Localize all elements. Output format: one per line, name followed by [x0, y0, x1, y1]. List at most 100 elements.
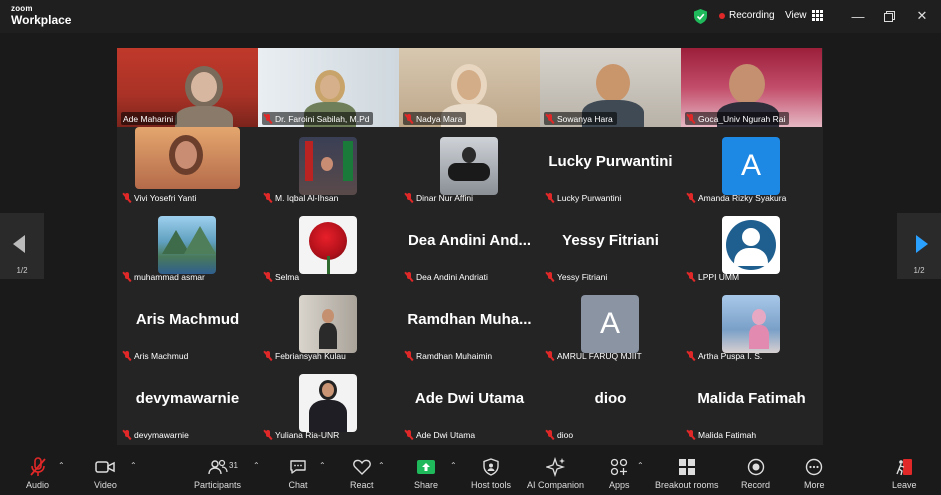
more-dots-icon: [804, 457, 824, 477]
participant-name-label: Yessy Fitriani: [544, 270, 611, 283]
participant-name-label: Goca_Univ Ngurah Rai: [685, 112, 790, 125]
participants-label: Participants: [194, 480, 242, 490]
participant-tile[interactable]: Selma: [258, 206, 399, 285]
mic-muted-icon: [405, 192, 413, 203]
audio-button[interactable]: Audio: [26, 457, 49, 490]
leave-button[interactable]: Leave: [892, 457, 917, 490]
chevron-left-icon: [13, 235, 25, 253]
apps-button[interactable]: Apps: [609, 457, 630, 490]
grid-view-icon: [811, 10, 823, 21]
mic-muted-icon: [546, 429, 554, 440]
default-avatar-icon: [722, 216, 780, 274]
video-button[interactable]: Video: [94, 457, 117, 490]
participant-name-label: Ade Maharini: [121, 112, 178, 125]
participant-tile[interactable]: Yessy Fitriani Yessy Fitriani: [540, 206, 681, 285]
participants-options-chevron-icon[interactable]: ⌃: [253, 461, 260, 470]
mic-muted-icon: [123, 350, 131, 361]
participant-name-label: Artha Puspa I. S.: [685, 349, 766, 362]
more-label: More: [804, 480, 825, 490]
participant-tile[interactable]: Goca_Univ Ngurah Rai: [681, 48, 822, 127]
profile-photo: [722, 295, 780, 353]
profile-photo: [135, 127, 240, 189]
record-button[interactable]: Record: [741, 457, 770, 490]
mic-muted-icon: [123, 429, 131, 440]
participant-display-name: Dea Andini And...: [407, 232, 532, 249]
participant-name-label: AMRUL FARUQ MJIIT: [544, 349, 646, 362]
next-page-button[interactable]: 1/2: [897, 213, 941, 279]
view-button[interactable]: View: [785, 10, 823, 21]
participant-name-label: muhammad asmar: [121, 270, 209, 283]
chat-button[interactable]: Chat: [288, 457, 308, 490]
more-button[interactable]: More: [804, 457, 825, 490]
participant-tile[interactable]: muhammad asmar: [117, 206, 258, 285]
participant-display-name: Aris Machmud: [135, 311, 240, 328]
host-tools-button[interactable]: Host tools: [471, 457, 511, 490]
view-label: View: [785, 10, 807, 21]
video-options-chevron-icon[interactable]: ⌃: [130, 461, 137, 470]
minimize-icon[interactable]: —: [850, 8, 866, 24]
participant-tile[interactable]: A AMRUL FARUQ MJIIT: [540, 285, 681, 364]
recording-indicator[interactable]: Recording: [719, 10, 775, 21]
participant-tile[interactable]: Aris Machmud Aris Machmud: [117, 285, 258, 364]
participant-name-label: Aris Machmud: [121, 349, 192, 362]
participant-tile[interactable]: dioo dioo: [540, 364, 681, 443]
participant-tile[interactable]: Lucky Purwantini Lucky Purwantini: [540, 127, 681, 206]
ai-companion-label: AI Companion: [527, 480, 585, 490]
profile-photo: [299, 137, 357, 195]
recording-dot-icon: [719, 12, 725, 19]
mic-muted-icon: [546, 271, 554, 282]
participant-tile[interactable]: LPPI UMM: [681, 206, 822, 285]
participant-name-label: Malida Fatimah: [685, 428, 760, 441]
participant-tile[interactable]: Artha Puspa I. S.: [681, 285, 822, 364]
audio-options-chevron-icon[interactable]: ⌃: [58, 461, 65, 470]
participant-tile[interactable]: Ade Maharini: [117, 48, 258, 127]
apps-options-chevron-icon[interactable]: ⌃: [637, 461, 644, 470]
leave-label: Leave: [892, 480, 917, 490]
breakout-rooms-button[interactable]: Breakout rooms: [655, 457, 719, 490]
participant-tile[interactable]: A Amanda Rizky Syakura: [681, 127, 822, 206]
participant-tile[interactable]: M. Iqbal Al-Ihsan: [258, 127, 399, 206]
recording-label: Recording: [729, 10, 775, 21]
profile-photo: [440, 137, 498, 195]
mic-muted-icon: [687, 192, 695, 203]
page-indicator-left: 1/2: [16, 266, 28, 275]
participant-tile[interactable]: devymawarnie devymawarnie: [117, 364, 258, 443]
profile-photo: [158, 216, 216, 274]
ai-companion-button[interactable]: AI Companion: [527, 457, 584, 490]
chat-options-chevron-icon[interactable]: ⌃: [319, 461, 326, 470]
participant-tile[interactable]: Nadya Mara: [399, 48, 540, 127]
react-button[interactable]: React: [350, 457, 374, 490]
participant-tile[interactable]: Vivi Yosefri Yanti: [117, 127, 258, 206]
participant-tile[interactable]: Dea Andini And... Dea Andini Andriati: [399, 206, 540, 285]
security-shield-icon[interactable]: [694, 9, 707, 24]
react-options-chevron-icon[interactable]: ⌃: [378, 461, 385, 470]
close-icon[interactable]: ✕: [914, 8, 930, 24]
mic-muted-icon: [123, 271, 131, 282]
chat-label: Chat: [288, 480, 308, 490]
zoom-workplace-logo: zoom Workplace: [11, 5, 72, 27]
participant-tile[interactable]: Ade Dwi Utama Ade Dwi Utama: [399, 364, 540, 443]
profile-photo: [299, 374, 357, 432]
participant-tile[interactable]: Dr. Faroini Sabilah, M.Pd: [258, 48, 399, 127]
share-button[interactable]: Share: [414, 457, 438, 490]
restore-icon[interactable]: [881, 8, 897, 24]
participant-tile[interactable]: Yuliana Ria-UNR: [258, 364, 399, 443]
previous-page-button[interactable]: 1/2: [0, 213, 44, 279]
shield-icon: [481, 457, 501, 477]
participant-name-label: devymawarnie: [121, 428, 193, 441]
mic-muted-icon: [123, 192, 131, 203]
participant-name-label: LPPI UMM: [685, 270, 743, 283]
participant-tile[interactable]: Ramdhan Muha... Ramdhan Muhaimin: [399, 285, 540, 364]
participant-tile[interactable]: Malida Fatimah Malida Fatimah: [681, 364, 822, 443]
participant-tile[interactable]: Sowanya Hara: [540, 48, 681, 127]
participant-name-label: Yuliana Ria-UNR: [262, 428, 343, 441]
mic-muted-icon: [405, 429, 413, 440]
ai-sparkle-icon: [545, 457, 566, 477]
participant-name-label: Vivi Yosefri Yanti: [121, 191, 200, 204]
letter-avatar: A: [581, 295, 639, 353]
share-options-chevron-icon[interactable]: ⌃: [450, 461, 457, 470]
logo-workplace-text: Workplace: [11, 13, 72, 27]
video-gallery: Ade Maharini Dr. Faroini Sabilah, M.Pd N…: [117, 48, 823, 445]
participant-tile[interactable]: Febriansyah Kulau: [258, 285, 399, 364]
participant-tile[interactable]: Dinar Nur Affini: [399, 127, 540, 206]
